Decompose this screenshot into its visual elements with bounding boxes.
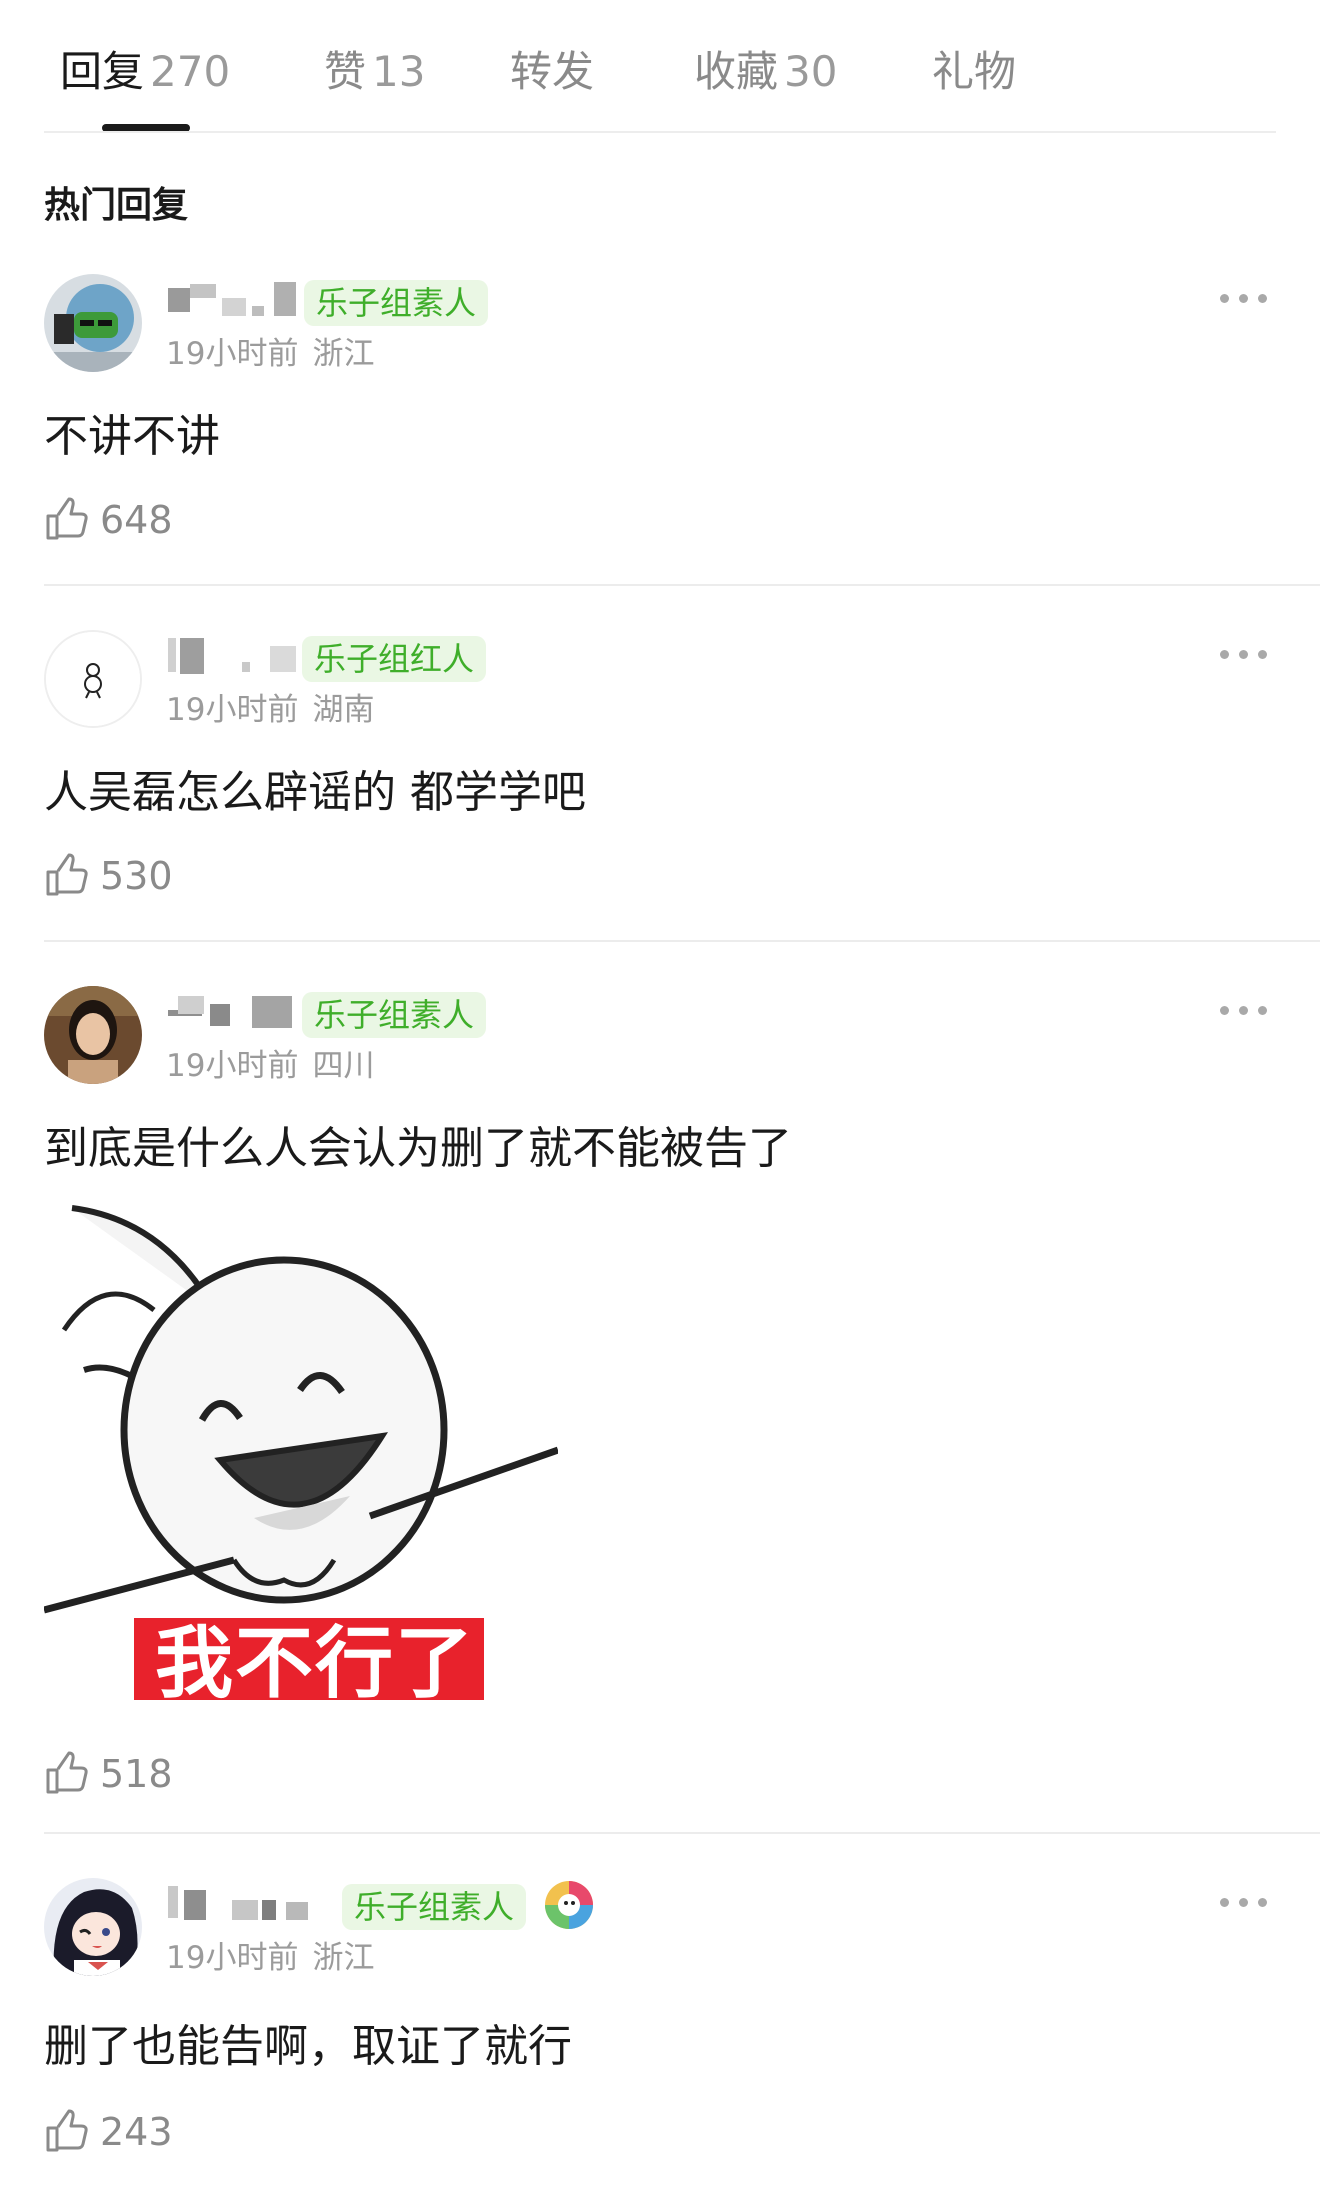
thumbs-up-icon xyxy=(46,2109,88,2152)
like-count: 648 xyxy=(100,498,173,542)
thumbs-up-icon xyxy=(46,497,88,540)
comment-time: 19小时前 xyxy=(166,1048,299,1084)
like-count: 530 xyxy=(100,854,173,898)
thumbs-up-icon xyxy=(46,1751,88,1794)
like-button[interactable]: 648 xyxy=(44,496,204,544)
avatar[interactable] xyxy=(44,274,142,372)
comment-text: 人吴磊怎么辟谣的 都学学吧 xyxy=(44,767,586,818)
user-badge: 乐子组素人 xyxy=(342,1884,527,1930)
comment-item: 乐子组素人 19小时前 浙江 不讲不讲 648 xyxy=(0,274,1320,586)
like-button[interactable]: 518 xyxy=(44,1750,204,1798)
like-button[interactable]: 243 xyxy=(44,2108,204,2156)
comment-meta: 19小时前 四川 xyxy=(166,1040,374,1085)
username-blurred[interactable] xyxy=(166,634,302,678)
meme-caption: 我不行了 xyxy=(154,1619,475,1700)
user-badge: 乐子组素人 xyxy=(304,280,489,326)
thumbs-up-icon xyxy=(46,853,88,896)
tabs-divider xyxy=(44,131,1276,133)
tab-count: 270 xyxy=(150,47,231,96)
comment-meta: 19小时前 浙江 xyxy=(166,1932,374,1977)
tab-favorites[interactable]: 收藏 30 xyxy=(694,38,837,99)
more-options-icon[interactable] xyxy=(1220,1896,1268,1910)
comment-divider xyxy=(44,1832,1320,1834)
comment-time: 19小时前 xyxy=(166,692,299,728)
comment-location: 湖南 xyxy=(312,692,375,728)
tab-label: 收藏 xyxy=(694,47,779,96)
tab-label: 赞 xyxy=(324,47,367,96)
more-options-icon[interactable] xyxy=(1220,648,1268,662)
comment-divider xyxy=(44,584,1320,586)
more-options-icon[interactable] xyxy=(1220,292,1268,306)
comment-time: 19小时前 xyxy=(166,336,299,372)
tab-reposts[interactable]: 转发 xyxy=(510,38,594,99)
comment-text: 删了也能告啊，取证了就行 xyxy=(44,2021,572,2072)
avatar[interactable] xyxy=(44,986,142,1084)
comment-meta: 19小时前 浙江 xyxy=(166,328,374,373)
comment-divider xyxy=(44,940,1320,942)
like-count: 518 xyxy=(100,1752,173,1796)
comment-item: 乐子组素人 19小时前 浙江 删了也能告啊，取证了就行 243 xyxy=(0,1878,1320,2178)
tab-label: 转发 xyxy=(510,47,595,96)
comment-text: 不讲不讲 xyxy=(44,411,220,462)
tab-replies[interactable]: 回复 270 xyxy=(60,38,230,99)
comment-time: 19小时前 xyxy=(166,1940,299,1976)
comment-text: 到底是什么人会认为删了就不能被告了 xyxy=(44,1123,792,1174)
more-options-icon[interactable] xyxy=(1220,1004,1268,1018)
comment-location: 浙江 xyxy=(312,1940,375,1976)
meme-image[interactable]: 我不行了 xyxy=(44,1200,558,1700)
tab-label: 回复 xyxy=(60,47,145,96)
tab-count: 13 xyxy=(372,47,426,96)
comment-item: 乐子组素人 19小时前 四川 到底是什么人会认为删了就不能被告了 我不行了 518 xyxy=(0,986,1320,1834)
user-badge: 乐子组红人 xyxy=(302,636,487,682)
comment-item: 乐子组红人 19小时前 湖南 人吴磊怎么辟谣的 都学学吧 530 xyxy=(0,630,1320,942)
like-button[interactable]: 530 xyxy=(44,852,204,900)
avatar[interactable] xyxy=(44,1878,142,1976)
tab-count: 30 xyxy=(784,47,838,96)
tab-gifts[interactable]: 礼物 xyxy=(932,38,1016,99)
hot-replies-title: 热门回复 xyxy=(44,185,189,226)
avatar[interactable] xyxy=(44,630,142,728)
like-count: 243 xyxy=(100,2110,173,2154)
tab-likes[interactable]: 赞 13 xyxy=(324,38,425,99)
comment-meta: 19小时前 湖南 xyxy=(166,684,374,729)
donut-medal-icon xyxy=(542,1878,596,1932)
username-blurred[interactable] xyxy=(166,990,302,1034)
tab-label: 礼物 xyxy=(932,47,1017,96)
user-badge: 乐子组素人 xyxy=(302,992,487,1038)
username-blurred[interactable] xyxy=(166,278,298,322)
comment-location: 浙江 xyxy=(312,336,375,372)
comment-location: 四川 xyxy=(312,1048,375,1084)
username-blurred[interactable] xyxy=(166,1882,332,1926)
reply-tabs: 回复 270 赞 13 转发 收藏 30 礼物 xyxy=(0,0,1320,133)
